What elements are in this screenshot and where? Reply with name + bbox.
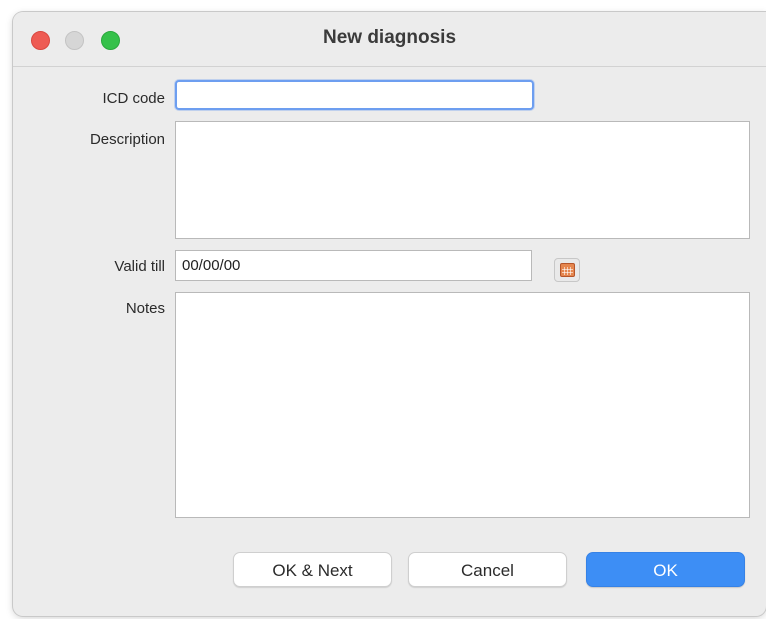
title-bar[interactable]: New diagnosis bbox=[13, 12, 766, 67]
dialog-window: New diagnosis ICD code Description Valid… bbox=[13, 12, 766, 616]
icd-code-input[interactable] bbox=[175, 80, 534, 110]
window-title: New diagnosis bbox=[322, 27, 457, 48]
cancel-button[interactable]: Cancel bbox=[408, 552, 567, 587]
ok-next-button[interactable]: OK & Next bbox=[233, 552, 392, 587]
icd-code-label: ICD code bbox=[102, 90, 165, 107]
ok-button[interactable]: OK bbox=[586, 552, 745, 587]
notes-field[interactable] bbox=[175, 292, 750, 518]
description-field[interactable] bbox=[175, 121, 750, 239]
valid-till-input[interactable] bbox=[175, 250, 532, 281]
notes-label: Notes bbox=[125, 300, 165, 317]
valid-till-label: Valid till bbox=[114, 258, 165, 275]
description-label: Description bbox=[89, 131, 165, 148]
calendar-icon bbox=[560, 263, 575, 277]
calendar-button[interactable] bbox=[554, 258, 580, 282]
